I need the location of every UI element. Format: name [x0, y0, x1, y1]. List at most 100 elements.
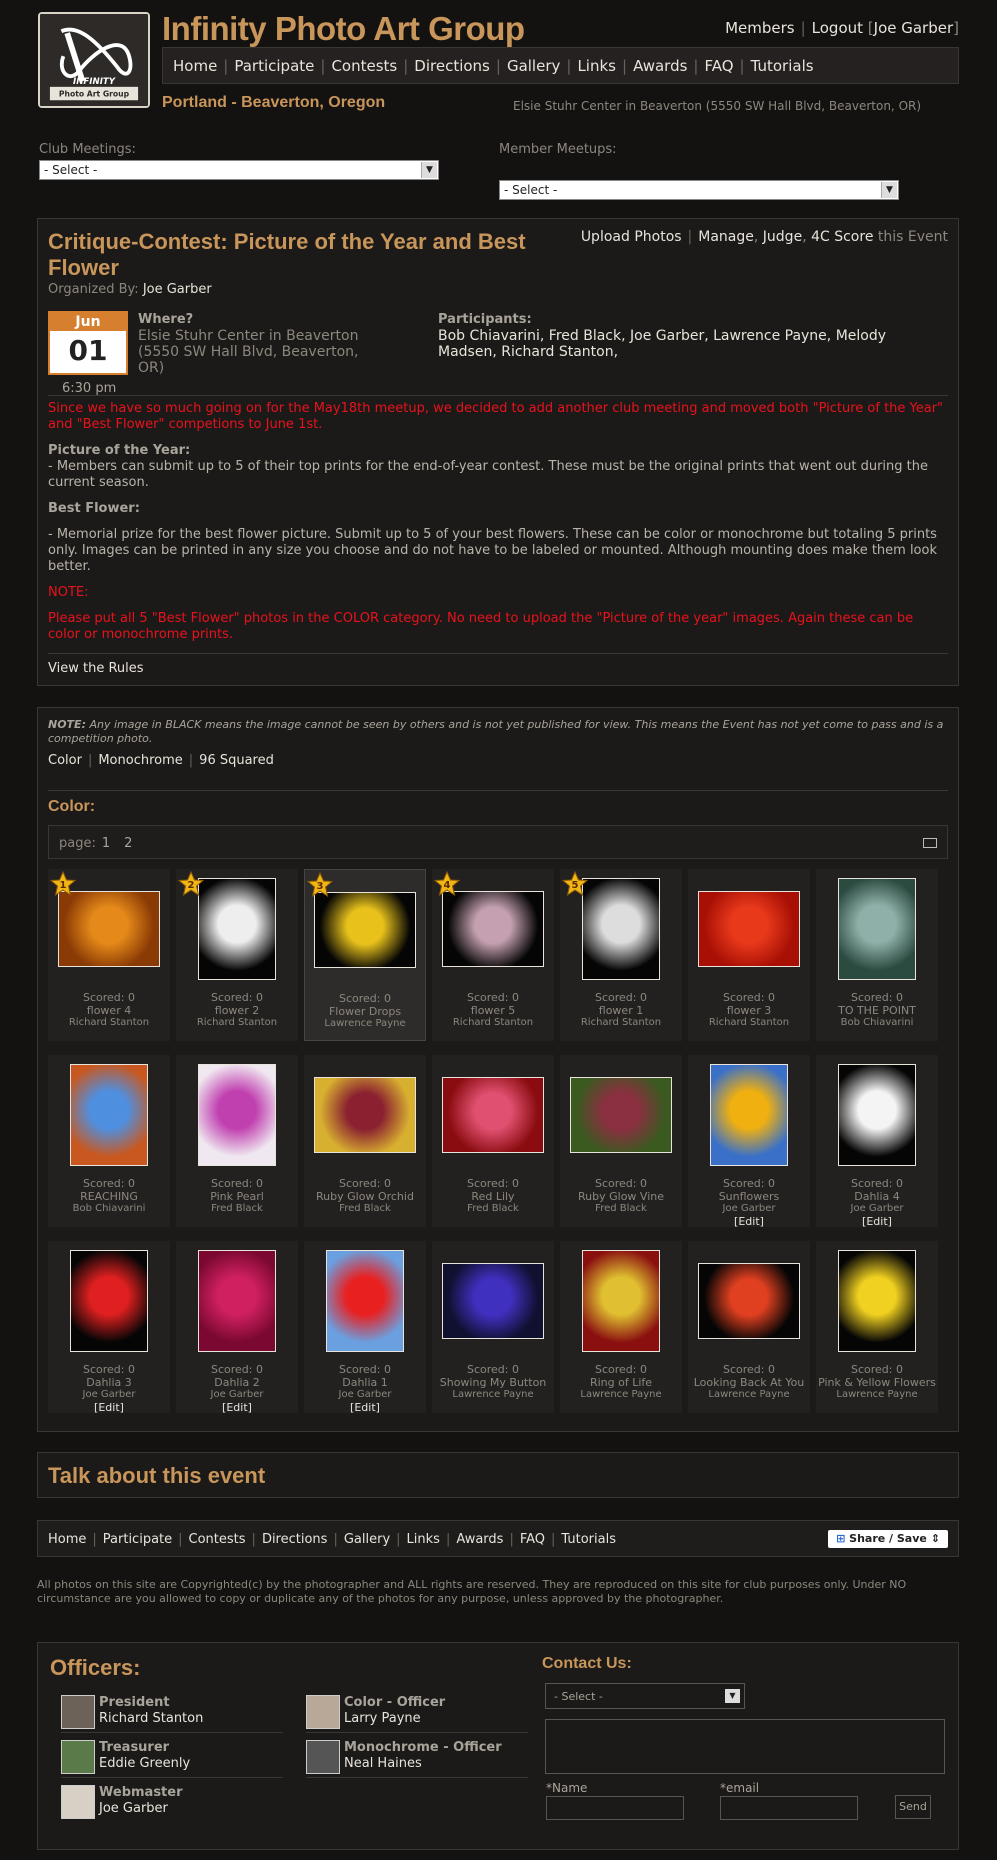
photo-thumbnail[interactable]	[710, 1064, 788, 1166]
edit-link[interactable]: [Edit]	[688, 1215, 810, 1229]
rank-star-icon: 1	[49, 870, 77, 897]
members-link[interactable]: Members	[725, 19, 795, 37]
nav-tutorials[interactable]: Tutorials	[751, 57, 814, 75]
score-link[interactable]: 4C Score	[811, 229, 873, 245]
bnav-home[interactable]: Home	[48, 1532, 86, 1547]
photo-thumbnail[interactable]	[326, 1250, 404, 1352]
photo-card[interactable]: Scored: 0 flower 3 Richard Stanton	[688, 869, 810, 1041]
slideshow-icon[interactable]	[923, 838, 937, 848]
edit-link[interactable]: [Edit]	[816, 1215, 938, 1229]
email-input[interactable]	[720, 1796, 858, 1820]
send-button[interactable]: Send	[895, 1795, 931, 1819]
nav-gallery[interactable]: Gallery	[507, 57, 560, 75]
edit-link[interactable]: [Edit]	[48, 1401, 170, 1415]
photo-thumbnail[interactable]	[838, 1250, 916, 1352]
photo-thumbnail[interactable]	[570, 1077, 672, 1153]
share-save-button[interactable]: ⊞ Share / Save ⇕	[828, 1530, 948, 1548]
member-meetups-select[interactable]: - Select - ▼	[499, 180, 899, 200]
photo-thumbnail[interactable]	[58, 891, 160, 967]
photo-thumbnail[interactable]	[442, 1077, 544, 1153]
photo-card[interactable]: 4 Scored: 0 flower 5 Richard Stanton	[432, 869, 554, 1041]
officer-name[interactable]: Richard Stanton	[99, 1711, 203, 1726]
photo-thumbnail[interactable]	[442, 891, 544, 967]
photo-card[interactable]: Scored: 0 Red Lily Fred Black	[432, 1055, 554, 1227]
logout-link[interactable]: Logout	[812, 19, 863, 37]
site-logo[interactable]: INFINITY Photo Art Group	[38, 12, 150, 108]
photo-thumbnail[interactable]	[698, 891, 800, 967]
nav-faq[interactable]: FAQ	[704, 57, 733, 75]
photo-card[interactable]: Scored: 0 REACHING Bob Chiavarini	[48, 1055, 170, 1227]
photo-card[interactable]: Scored: 0 Ruby Glow Vine Fred Black	[560, 1055, 682, 1227]
name-input[interactable]	[546, 1796, 684, 1820]
photo-card[interactable]: Scored: 0 Dahlia 4 Joe Garber [Edit]	[816, 1055, 938, 1227]
page-2-link[interactable]: 2	[124, 836, 132, 851]
photo-card[interactable]: 2 Scored: 0 flower 2 Richard Stanton	[176, 869, 298, 1041]
photo-thumbnail[interactable]	[198, 878, 276, 980]
edit-link[interactable]: [Edit]	[176, 1401, 298, 1415]
photo-info: Scored: 0 Ruby Glow Orchid Fred Black	[304, 1177, 426, 1216]
officer-name[interactable]: Joe Garber	[99, 1801, 168, 1816]
upload-photos-link[interactable]: Upload Photos	[581, 229, 682, 245]
photo-card[interactable]: 3 Scored: 0 Flower Drops Lawrence Payne	[304, 869, 426, 1041]
nav-links[interactable]: Links	[577, 57, 616, 75]
photo-thumbnail[interactable]	[582, 878, 660, 980]
photo-thumbnail[interactable]	[698, 1263, 800, 1339]
photo-card[interactable]: Scored: 0 Dahlia 1 Joe Garber [Edit]	[304, 1241, 426, 1413]
photo-score: Scored: 0	[339, 992, 391, 1005]
bnav-participate[interactable]: Participate	[103, 1532, 172, 1547]
judge-link[interactable]: Judge	[763, 229, 802, 245]
photo-card[interactable]: Scored: 0 Pink Pearl Fred Black	[176, 1055, 298, 1227]
nav-awards[interactable]: Awards	[633, 57, 687, 75]
talk-heading[interactable]: Talk about this event	[48, 1463, 265, 1489]
officer-name[interactable]: Larry Payne	[344, 1711, 421, 1726]
photo-card[interactable]: Scored: 0 Dahlia 2 Joe Garber [Edit]	[176, 1241, 298, 1413]
photo-card[interactable]: 1 Scored: 0 flower 4 Richard Stanton	[48, 869, 170, 1041]
manage-link[interactable]: Manage	[698, 229, 754, 245]
organizer-link[interactable]: Joe Garber	[143, 282, 212, 297]
photo-card[interactable]: Scored: 0 Ring of Life Lawrence Payne	[560, 1241, 682, 1413]
current-user[interactable]: Joe Garber	[874, 19, 954, 37]
bnav-gallery[interactable]: Gallery	[344, 1532, 390, 1547]
photo-thumbnail[interactable]	[70, 1064, 148, 1166]
officer-name[interactable]: Neal Haines	[344, 1756, 422, 1771]
photo-thumbnail[interactable]	[442, 1263, 544, 1339]
bnav-links[interactable]: Links	[407, 1532, 440, 1547]
officer-name[interactable]: Eddie Greenly	[99, 1756, 190, 1771]
bnav-contests[interactable]: Contests	[189, 1532, 246, 1547]
photo-thumbnail[interactable]	[198, 1250, 276, 1352]
photo-card[interactable]: 5 Scored: 0 flower 1 Richard Stanton	[560, 869, 682, 1041]
view-rules-link[interactable]: View the Rules	[48, 661, 144, 676]
nav-participate[interactable]: Participate	[234, 57, 314, 75]
bnav-directions[interactable]: Directions	[262, 1532, 328, 1547]
photo-card[interactable]: Scored: 0 Ruby Glow Orchid Fred Black	[304, 1055, 426, 1227]
message-textarea[interactable]	[545, 1719, 945, 1774]
photo-card[interactable]: Scored: 0 Sunflowers Joe Garber [Edit]	[688, 1055, 810, 1227]
edit-link[interactable]: [Edit]	[304, 1401, 426, 1415]
tab-96-squared[interactable]: 96 Squared	[199, 753, 274, 768]
photo-card[interactable]: Scored: 0 Dahlia 3 Joe Garber [Edit]	[48, 1241, 170, 1413]
photo-card[interactable]: Scored: 0 TO THE POINT Bob Chiavarini	[816, 869, 938, 1041]
photo-thumbnail[interactable]	[838, 1064, 916, 1166]
nav-directions[interactable]: Directions	[414, 57, 490, 75]
photo-thumbnail[interactable]	[70, 1250, 148, 1352]
photo-thumbnail[interactable]	[838, 878, 916, 980]
photo-card[interactable]: Scored: 0 Looking Back At You Lawrence Pay…	[688, 1241, 810, 1413]
nav-contests[interactable]: Contests	[331, 57, 397, 75]
contact-recipient-select[interactable]: - Select - ▼	[545, 1683, 745, 1709]
bnav-faq[interactable]: FAQ	[520, 1532, 545, 1547]
photo-card[interactable]: Scored: 0 Pink & Yellow Flowers Lawrence P…	[816, 1241, 938, 1413]
club-meetings-select[interactable]: - Select - ▼	[39, 160, 439, 180]
photo-thumbnail[interactable]	[314, 892, 416, 968]
photo-card[interactable]: Scored: 0 Showing My Button Lawrence Payne	[432, 1241, 554, 1413]
tab-monochrome[interactable]: Monochrome	[98, 753, 182, 768]
photo-thumbnail[interactable]	[582, 1250, 660, 1352]
bnav-awards[interactable]: Awards	[456, 1532, 503, 1547]
bnav-tutorials[interactable]: Tutorials	[561, 1532, 616, 1547]
photo-thumbnail[interactable]	[314, 1077, 416, 1153]
photo-info: Scored: 0 Dahlia 1 Joe Garber [Edit]	[304, 1363, 426, 1415]
tab-color[interactable]: Color	[48, 753, 82, 768]
photo-thumbnail[interactable]	[198, 1064, 276, 1166]
nav-home[interactable]: Home	[173, 57, 217, 75]
photo-info: Scored: 0 Dahlia 3 Joe Garber [Edit]	[48, 1363, 170, 1415]
page-1-link[interactable]: 1	[102, 836, 110, 851]
